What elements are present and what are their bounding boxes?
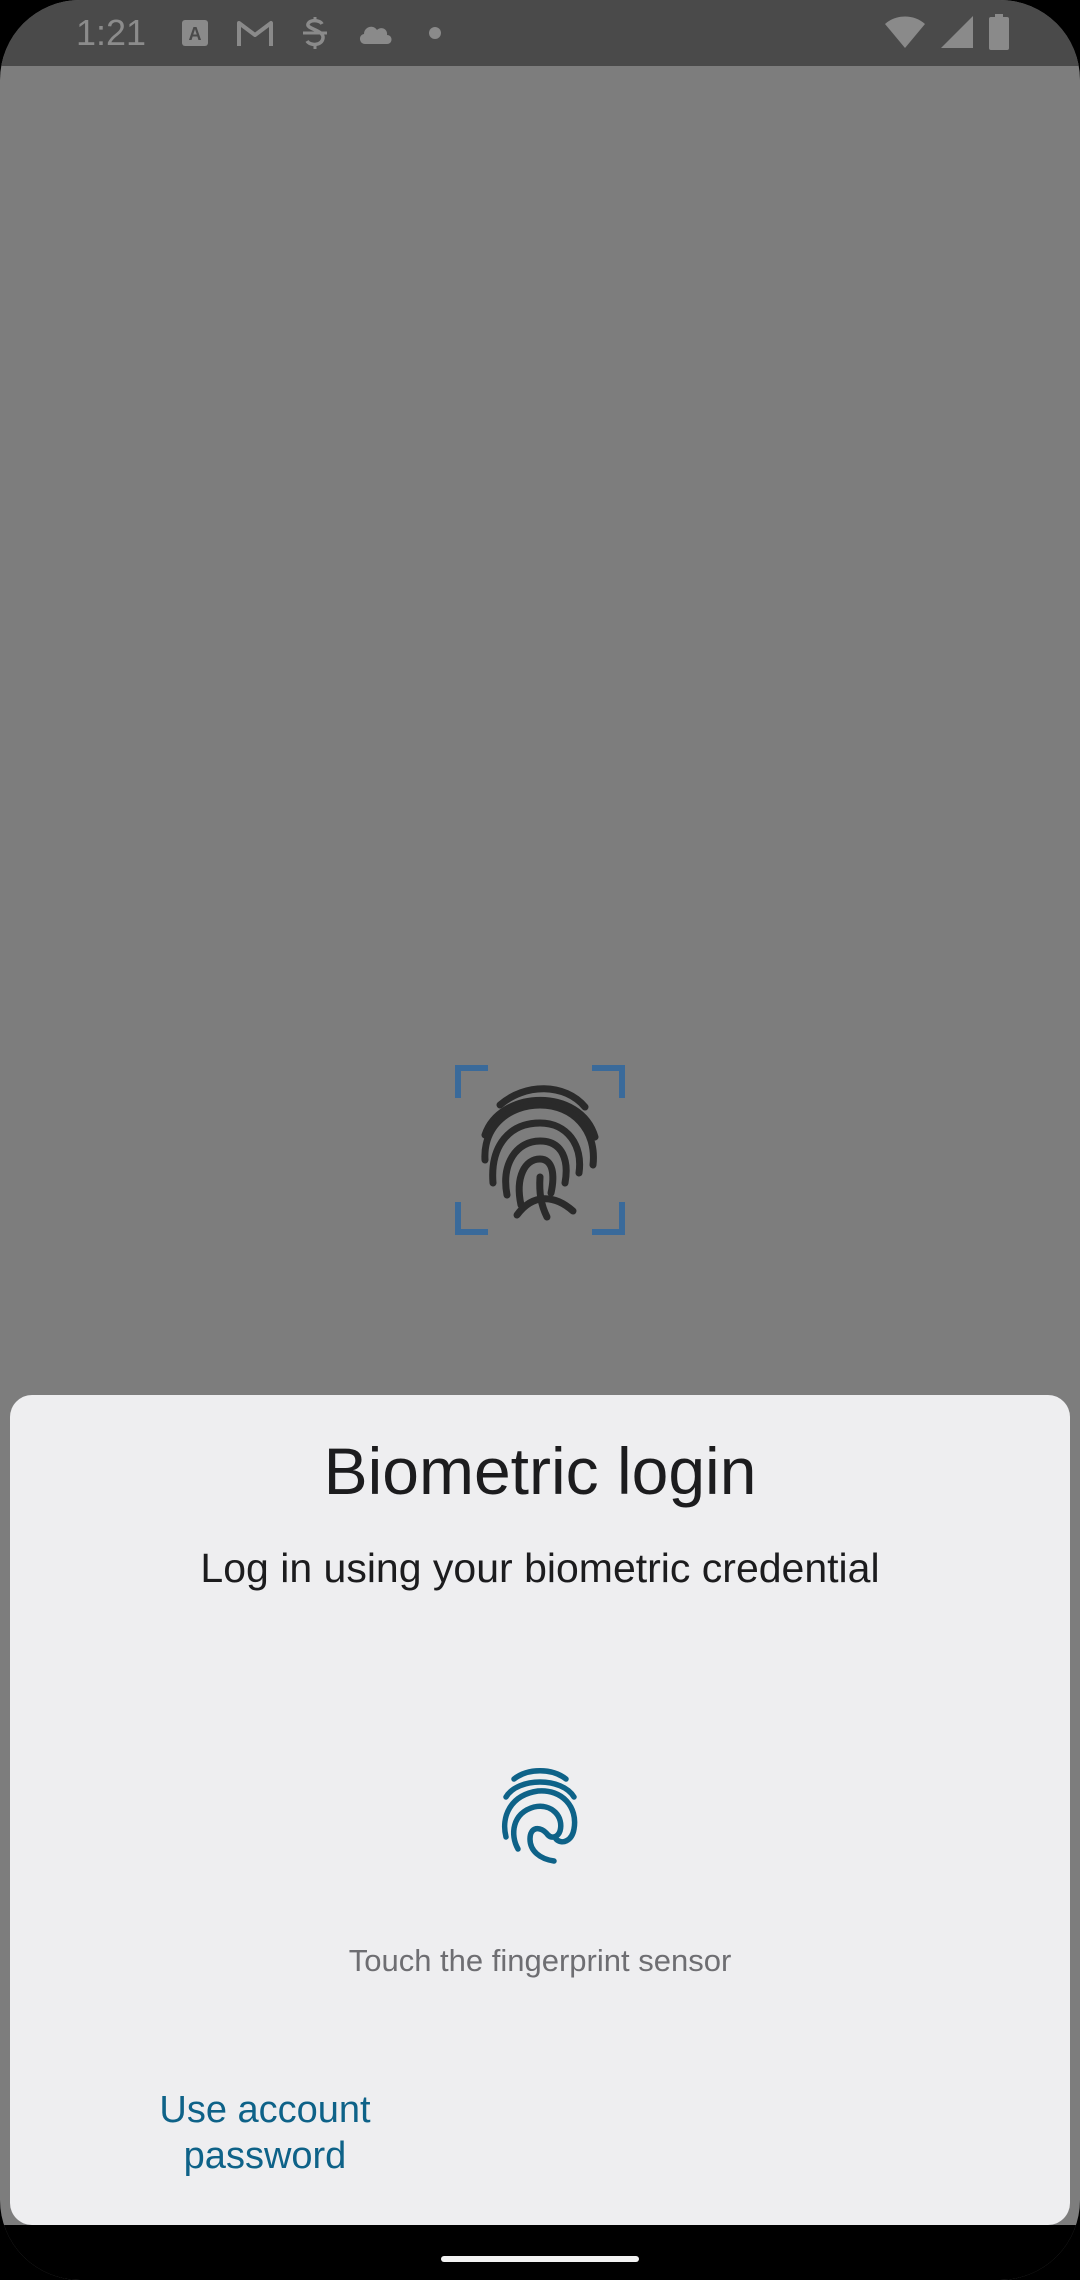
- cloud-icon: [356, 14, 394, 52]
- dialog-title: Biometric login: [323, 1434, 757, 1508]
- svg-text:A: A: [189, 24, 202, 44]
- alt-button-line2: password: [183, 2135, 347, 2177]
- background-fingerprint-icon: [455, 1065, 625, 1235]
- dialog-subtitle: Log in using your biometric credential: [200, 1545, 880, 1591]
- use-account-password-button[interactable]: Use account password: [120, 2087, 410, 2179]
- status-time: 1:21: [76, 12, 147, 53]
- biometric-dialog: Biometric login Log in using your biomet…: [10, 1395, 1070, 2225]
- alt-button-line1: Use account: [159, 2089, 371, 2131]
- status-bar: 1:21 A: [0, 0, 1080, 66]
- signal-icon: [940, 15, 974, 54]
- fingerprint-icon: [500, 1765, 580, 1865]
- status-left: 1:21 A: [76, 12, 454, 54]
- home-gesture-handle[interactable]: [441, 2256, 639, 2262]
- navigation-bar: [0, 2225, 1080, 2280]
- status-right: [884, 14, 1010, 55]
- gmail-icon: [236, 14, 274, 52]
- font-a-icon: A: [176, 14, 214, 52]
- screen: 1:21 A Biometric login Log in using your…: [0, 0, 1080, 2280]
- battery-icon: [988, 14, 1010, 55]
- dialog-hint: Touch the fingerprint sensor: [348, 1943, 732, 1978]
- wifi-icon: [884, 15, 926, 54]
- strikethrough-s-icon: [296, 14, 334, 52]
- dot-icon: [416, 14, 454, 52]
